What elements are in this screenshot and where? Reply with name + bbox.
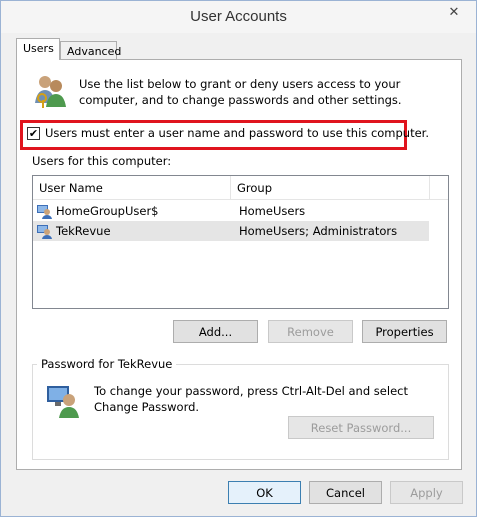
users-listview[interactable]: User Name Group HomeGroupUser$ HomeUsers [32, 175, 449, 309]
reset-password-button[interactable]: Reset Password... [288, 416, 434, 439]
table-row[interactable]: HomeGroupUser$ HomeUsers [33, 201, 429, 221]
cell-group: HomeUsers [239, 204, 306, 218]
close-icon[interactable]: ✕ [440, 2, 468, 22]
user-icon [37, 205, 52, 219]
window-title: User Accounts [190, 8, 287, 25]
users-icon [35, 76, 66, 108]
users-list-caption: Users for this computer: [32, 154, 172, 168]
column-header-group[interactable]: Group [231, 176, 430, 200]
must-login-checkbox-row[interactable]: ✔ Users must enter a user name and passw… [27, 126, 429, 140]
properties-button[interactable]: Properties [362, 320, 447, 343]
column-header-user-name[interactable]: User Name [33, 176, 231, 200]
ok-button[interactable]: OK [228, 481, 301, 504]
user-accounts-window: User Accounts ✕ Users Advanced Use the l… [0, 0, 477, 517]
cell-user-name: HomeGroupUser$ [56, 204, 159, 218]
intro-text: Use the list below to grant or deny user… [79, 77, 402, 107]
must-login-label: Users must enter a user name and passwor… [45, 126, 430, 140]
column-header-filler [430, 176, 447, 200]
table-row[interactable]: TekRevue HomeUsers; Administrators [33, 221, 429, 241]
remove-button[interactable]: Remove [268, 320, 353, 343]
add-button[interactable]: Add... [173, 320, 258, 343]
cell-user-name: TekRevue [56, 224, 111, 238]
apply-button[interactable]: Apply [390, 481, 463, 504]
tab-advanced[interactable]: Advanced [60, 41, 121, 60]
user-icon [37, 225, 52, 239]
title-bar: User Accounts ✕ [1, 1, 476, 33]
users-tab-panel: Use the list below to grant or deny user… [16, 59, 462, 470]
tab-users[interactable]: Users [16, 38, 60, 60]
password-group-legend: Password for TekRevue [37, 357, 177, 371]
password-instructions: To change your password, press Ctrl-Alt-… [94, 384, 408, 414]
list-header: User Name Group [33, 176, 448, 200]
must-login-checkbox[interactable]: ✔ [27, 126, 40, 140]
cell-group: HomeUsers; Administrators [239, 224, 398, 238]
computer-user-icon [47, 386, 79, 418]
cancel-button[interactable]: Cancel [309, 481, 382, 504]
